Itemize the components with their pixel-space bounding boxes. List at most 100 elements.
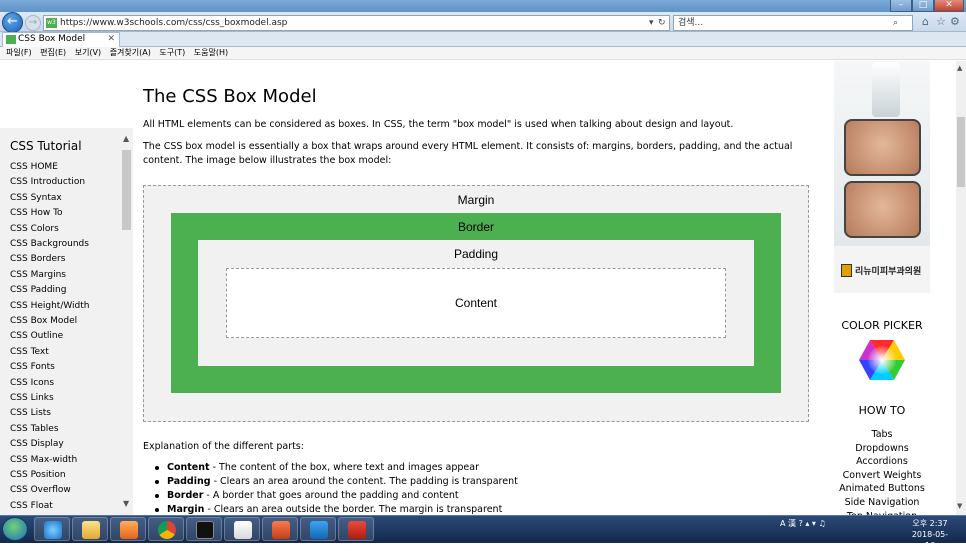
sidebar-item[interactable]: CSS HOME: [10, 162, 58, 172]
page-scrollbar-thumb[interactable]: [957, 117, 965, 187]
start-button[interactable]: [2, 517, 28, 541]
ime-indicator[interactable]: A 漢: [780, 519, 796, 528]
terminal-icon: [196, 521, 214, 539]
sidebar-item[interactable]: CSS Links: [10, 393, 54, 403]
content-label: Content: [454, 296, 498, 310]
taskbar-cmd[interactable]: [186, 517, 222, 541]
sidebar-item[interactable]: CSS Box Model: [10, 316, 77, 326]
menu-tools[interactable]: 도구(T): [159, 47, 185, 59]
clock[interactable]: 오후 2:37 2018-05-16: [908, 518, 952, 551]
sidebar-item[interactable]: CSS Max-width: [10, 455, 77, 465]
sidebar-item[interactable]: CSS Backgrounds: [10, 239, 89, 249]
border-label: Border: [457, 220, 495, 234]
taskbar-explorer[interactable]: [72, 517, 108, 541]
sidebar-item[interactable]: CSS Syntax: [10, 193, 62, 203]
sidebar-item[interactable]: CSS Height/Width: [10, 301, 90, 311]
taskbar-java[interactable]: [224, 517, 260, 541]
menu-favorites[interactable]: 즐겨찾기(A): [110, 47, 151, 59]
address-bar[interactable]: w3 https://www.w3schools.com/css/css_box…: [43, 15, 670, 31]
clock-date: 2018-05-16: [911, 530, 949, 550]
taskbar-powerpoint[interactable]: [262, 517, 298, 541]
sidebar-scroll-up-icon[interactable]: ▲: [123, 134, 129, 143]
list-item: Border - A border that goes around the p…: [155, 490, 459, 501]
how-to-link[interactable]: Dropdowns: [834, 443, 930, 454]
forward-button[interactable]: →: [25, 15, 41, 31]
home-icon[interactable]: ⌂: [922, 14, 929, 30]
color-picker-hexagon-icon[interactable]: [858, 339, 906, 381]
vscode-icon: [310, 521, 328, 539]
menu-edit[interactable]: 편집(E): [40, 47, 66, 59]
how-to-link[interactable]: Convert Weights: [834, 470, 930, 481]
sidebar-item[interactable]: CSS Margins: [10, 270, 66, 280]
tab-strip: [0, 32, 966, 47]
internet-explorer-icon: [44, 521, 62, 539]
intro-paragraph: All HTML elements can be considered as b…: [143, 119, 734, 130]
ad-brand-text: 리뉴미피부과의원: [855, 267, 922, 277]
sidebar-item[interactable]: CSS Borders: [10, 254, 65, 264]
maximize-button[interactable]: □: [912, 0, 934, 12]
window-close-button[interactable]: ✕: [934, 0, 964, 12]
search-input[interactable]: 검색...: [673, 15, 913, 31]
media-player-icon: [120, 521, 138, 539]
taskbar-filezilla[interactable]: [338, 517, 374, 541]
sidebar-item[interactable]: CSS How To: [10, 208, 63, 218]
favorites-star-icon[interactable]: ☆: [936, 14, 946, 30]
tab-close-icon[interactable]: ✕: [107, 33, 115, 46]
sidebar-item[interactable]: CSS Display: [10, 439, 64, 449]
how-to-link[interactable]: Accordions: [834, 456, 930, 467]
box-model-paragraph-line2: content. The image below illustrates the…: [143, 155, 392, 166]
sidebar-item[interactable]: CSS Introduction: [10, 177, 85, 187]
padding-label: Padding: [453, 247, 499, 261]
taskbar-ie[interactable]: [34, 517, 70, 541]
sidebar-title: CSS Tutorial: [10, 139, 82, 153]
color-picker-title: COLOR PICKER: [841, 319, 923, 332]
scroll-up-icon[interactable]: ▲: [957, 64, 962, 72]
help-icon[interactable]: ? ▴ ▾ ♫: [799, 519, 826, 528]
clock-time: 오후 2:37: [912, 519, 948, 528]
list-item: Content - The content of the box, where …: [155, 462, 479, 473]
list-item: Margin - Clears an area outside the bord…: [155, 504, 502, 515]
settings-gear-icon[interactable]: ⚙: [950, 14, 960, 30]
how-to-link[interactable]: Animated Buttons: [834, 483, 930, 494]
ad-skin-image-top: [844, 119, 921, 176]
folder-icon: [82, 521, 100, 539]
menu-file[interactable]: 파일(F): [6, 47, 32, 59]
sidebar-item[interactable]: CSS Position: [10, 470, 66, 480]
sidebar-item[interactable]: CSS Fonts: [10, 362, 55, 372]
how-to-link[interactable]: Tabs: [834, 429, 930, 440]
powerpoint-icon: [272, 521, 290, 539]
sidebar-item[interactable]: CSS Lists: [10, 408, 51, 418]
taskbar-vscode[interactable]: [300, 517, 336, 541]
sidebar-item[interactable]: CSS Padding: [10, 285, 66, 295]
sidebar-item[interactable]: CSS Colors: [10, 224, 59, 234]
filezilla-icon: [348, 521, 366, 539]
sidebar-scroll-down-icon[interactable]: ▼: [123, 499, 129, 508]
dropdown-arrow-icon[interactable]: ▾: [649, 15, 654, 31]
ad-logo-icon: [841, 264, 852, 277]
java-icon: [234, 521, 252, 539]
minimize-button[interactable]: –: [890, 0, 912, 12]
taskbar-chrome[interactable]: [148, 517, 184, 541]
scroll-down-icon[interactable]: ▼: [957, 502, 962, 510]
sidebar-scrollbar[interactable]: [122, 150, 131, 230]
search-placeholder: 검색...: [678, 18, 704, 28]
menu-view[interactable]: 보기(V): [75, 47, 101, 59]
site-favicon-icon: w3: [46, 18, 57, 28]
sidebar-item[interactable]: CSS Float: [10, 501, 53, 511]
sidebar-item[interactable]: CSS Overflow: [10, 485, 71, 495]
tab-favicon-icon: [6, 35, 16, 44]
menu-help[interactable]: 도움말(H): [194, 47, 228, 59]
back-button[interactable]: ←: [2, 12, 23, 33]
system-tray[interactable]: A 漢 ? ▴ ▾ ♫: [780, 518, 826, 529]
taskbar-media-player[interactable]: [110, 517, 146, 541]
sidebar-item[interactable]: CSS Tables: [10, 424, 59, 434]
sidebar-item[interactable]: CSS Outline: [10, 331, 63, 341]
tab-css-box-model[interactable]: CSS Box Model ✕: [2, 32, 120, 47]
refresh-icon[interactable]: ↻: [658, 15, 666, 31]
how-to-link[interactable]: Side Navigation: [834, 497, 930, 508]
search-icon[interactable]: ⌕: [893, 15, 898, 31]
sidebar-item[interactable]: CSS Text: [10, 347, 49, 357]
chrome-icon: [158, 521, 176, 539]
tab-label: CSS Box Model: [18, 34, 86, 44]
sidebar-item[interactable]: CSS Icons: [10, 378, 54, 388]
